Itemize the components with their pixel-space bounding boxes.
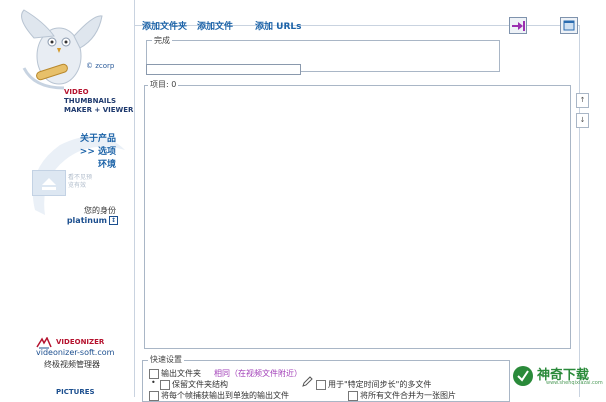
nav-item-about[interactable]: 关于产品 — [80, 133, 116, 146]
quick-settings-label: 快速设置 — [148, 354, 184, 365]
each-frame-label: 将每个帧捕获输出到单独的输出文件 — [161, 391, 289, 400]
same-folder-link[interactable]: 相同（在视频文件附近） — [214, 368, 302, 379]
identity-value[interactable]: platinum ↕ — [67, 216, 118, 225]
merge-all-checkbox[interactable] — [348, 391, 358, 401]
add-urls-button[interactable]: 添加 URLs — [255, 19, 301, 32]
brand-label: © zcorp — [86, 62, 115, 70]
preview-text-line2: 览有效 — [68, 182, 87, 189]
identity-toggle-icon[interactable]: ↕ — [109, 216, 118, 225]
for-specific-checkbox[interactable] — [316, 380, 326, 390]
items-count-label: 项目: 0 — [148, 79, 179, 90]
progress-bar — [146, 64, 301, 75]
merge-all-label: 将所有文件合并为一张图片 — [360, 391, 456, 400]
watermark-url: www.shenqixiazai.com — [546, 380, 603, 386]
nav-item-environment[interactable]: 环境 — [80, 159, 116, 172]
sidebar-nav: 关于产品 >> 选项 环境 — [80, 133, 116, 172]
output-folder-label: 输出文件夹 — [161, 369, 201, 378]
preview-text: 看不见预 览有效 — [68, 174, 92, 190]
videonizer-link[interactable]: videonizer-soft.com — [36, 348, 114, 357]
window-icon — [563, 20, 575, 31]
identity-value-text: platinum — [66, 216, 107, 225]
export-arrow-icon — [512, 21, 525, 31]
eject-icon — [42, 178, 56, 190]
product-title-line2: THUMBNAILS — [64, 97, 117, 105]
identity-label: 您的身份 — [84, 206, 116, 215]
keep-structure-label: 保留文件夹结构 — [172, 380, 228, 389]
done-label: 完成 — [152, 35, 172, 46]
add-file-button[interactable]: 添加文件 — [197, 19, 233, 32]
nav-item-options[interactable]: >> 选项 — [80, 146, 116, 159]
items-list[interactable] — [144, 85, 571, 349]
product-title-line1: VIDEO — [64, 88, 89, 96]
add-folder-button[interactable]: 添加文件夹 — [142, 19, 187, 32]
pictures-label: PICTURES — [56, 388, 95, 396]
bullet-icon: • — [151, 378, 156, 387]
window-button[interactable] — [560, 17, 578, 34]
keep-structure-checkbox[interactable] — [160, 380, 170, 390]
move-down-button[interactable]: ↓ — [576, 113, 589, 128]
move-up-button[interactable]: ↑ — [576, 93, 589, 108]
sidebar: © zcorp VIDEO THUMBNAILS MAKER + VIEWER … — [0, 0, 135, 397]
product-title-line3: MAKER + VIEWER — [64, 106, 134, 114]
product-title: VIDEO THUMBNAILS MAKER + VIEWER — [64, 88, 133, 115]
preview-placeholder — [32, 170, 66, 196]
each-frame-checkbox[interactable] — [149, 391, 159, 401]
videonizer-name: VIDEONIZER — [56, 338, 105, 346]
preview-text-line1: 看不见预 — [68, 174, 93, 181]
pencil-icon[interactable] — [301, 376, 313, 388]
for-specific-label: 用于"特定时间步长"的多文件 — [328, 380, 432, 389]
export-button[interactable] — [509, 17, 527, 34]
videonizer-description: 终极视频管理器 — [44, 360, 100, 369]
owl-logo-icon — [21, 9, 103, 90]
